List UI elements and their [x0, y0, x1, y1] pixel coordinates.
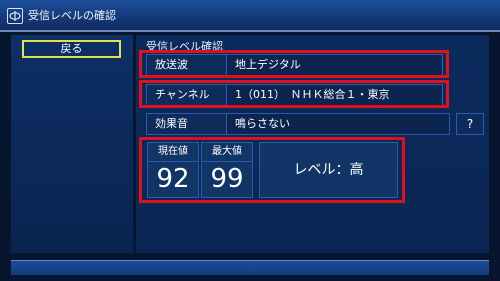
highlight-broadcast [139, 50, 449, 78]
footer-bar [11, 260, 489, 275]
row-sound[interactable]: 効果音 鳴らさない [146, 113, 450, 135]
row-value: 鳴らさない [235, 117, 290, 130]
highlight-channel [139, 80, 449, 108]
help-button[interactable]: ? [456, 113, 484, 135]
tv-icon [7, 8, 23, 24]
left-panel [11, 35, 133, 253]
back-button[interactable]: 戻る [22, 40, 121, 58]
window-title: 受信レベルの確認 [28, 9, 116, 22]
title-bar: 受信レベルの確認 [0, 0, 500, 32]
highlight-level [139, 137, 405, 203]
row-label: 効果音 [147, 114, 227, 134]
